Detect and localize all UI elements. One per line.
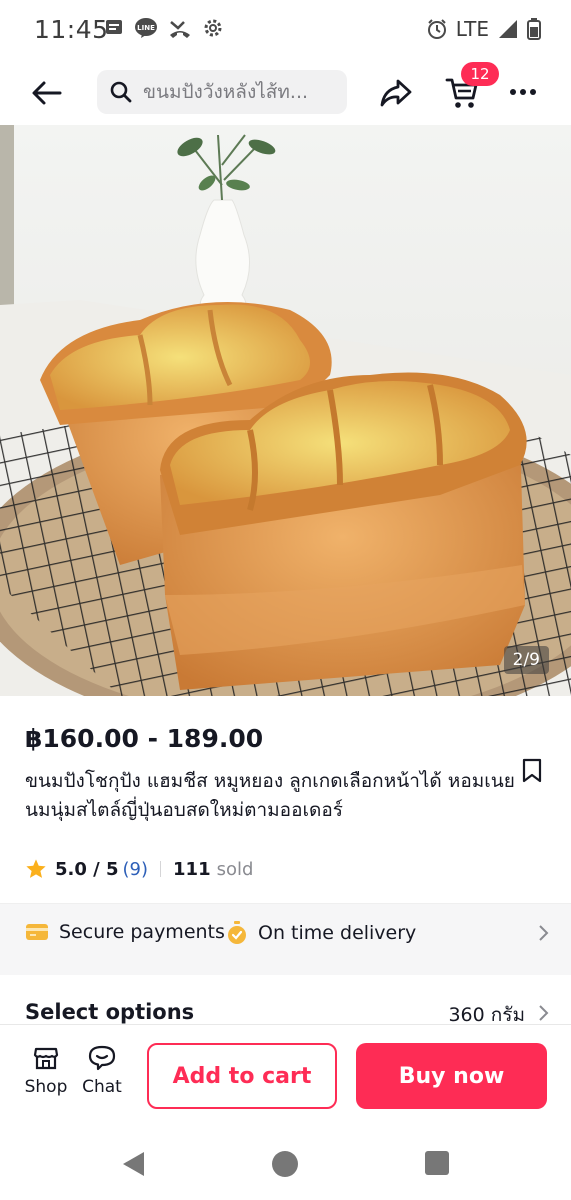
- bottom-action-bar: Shop Chat Add to cart Buy now: [0, 1024, 571, 1126]
- on-time-delivery-item: On time delivery: [226, 921, 416, 945]
- svg-text:LINE: LINE: [137, 24, 155, 32]
- sold-label: sold: [216, 858, 254, 880]
- system-navigation-bar: [0, 1126, 571, 1200]
- sold-count: 111: [173, 858, 211, 880]
- chat-label: Chat: [82, 1077, 122, 1097]
- status-icons-right: LTE: [426, 17, 541, 41]
- image-counter: 2/9: [503, 646, 549, 674]
- signal-icon: [499, 20, 517, 38]
- search-icon: [110, 81, 132, 103]
- status-time: 11:45: [34, 15, 109, 44]
- more-dots-icon: [510, 89, 536, 95]
- back-button[interactable]: [30, 76, 64, 110]
- chat-button[interactable]: Chat: [77, 1045, 127, 1097]
- missed-call-icon: [170, 21, 190, 38]
- add-to-cart-button[interactable]: Add to cart: [147, 1043, 337, 1109]
- chevron-right-icon: [539, 925, 549, 941]
- section-divider: [0, 963, 571, 975]
- chat-icon: [88, 1045, 116, 1071]
- top-navigation: ขนมปังวังหลังไส้ท... 12: [0, 62, 571, 122]
- system-recents-icon[interactable]: [424, 1150, 450, 1176]
- more-options-button[interactable]: [508, 80, 538, 104]
- rating-value: 5.0 / 5: [55, 858, 119, 880]
- network-type: LTE: [455, 17, 489, 41]
- shop-icon: [33, 1047, 59, 1070]
- buy-now-button[interactable]: Buy now: [356, 1043, 547, 1109]
- chevron-right-icon: [539, 1005, 549, 1021]
- stopwatch-icon: [228, 921, 246, 944]
- share-button[interactable]: [378, 76, 414, 110]
- secure-payments-label: Secure payments: [59, 921, 225, 943]
- rating-count[interactable]: (9): [123, 859, 149, 880]
- star-icon: [26, 859, 46, 878]
- product-title: ขนมปังโชกุปัง แฮมชีส หมูหยอง ลูกเกดเลือก…: [25, 770, 515, 821]
- credit-card-icon: [26, 924, 48, 940]
- product-photo: [0, 125, 571, 696]
- assurance-row[interactable]: Secure payments On time delivery: [0, 903, 571, 963]
- bookmark-icon: [522, 758, 542, 783]
- battery-icon: [527, 18, 541, 40]
- select-options-label: Select options: [25, 1000, 195, 1024]
- shop-label: Shop: [24, 1077, 68, 1097]
- status-icons-left: LINE: [104, 17, 224, 39]
- divider: [160, 861, 162, 877]
- rating-row[interactable]: 5.0 / 5 (9) 111 sold: [25, 856, 253, 882]
- back-arrow-icon: [32, 81, 62, 105]
- product-price: ฿160.00 - 189.00: [25, 724, 264, 753]
- shop-button[interactable]: Shop: [21, 1045, 71, 1097]
- product-image-carousel[interactable]: 2/9: [0, 125, 571, 696]
- search-placeholder: ขนมปังวังหลังไส้ท...: [143, 81, 309, 103]
- settings-gear-icon: [204, 19, 222, 37]
- system-home-icon[interactable]: [271, 1150, 299, 1178]
- status-bar: 11:45 LINE LTE: [0, 0, 571, 58]
- secure-payments-item: Secure payments: [25, 921, 225, 943]
- alarm-icon: [427, 19, 446, 39]
- line-app-icon: LINE: [135, 18, 157, 38]
- share-icon: [380, 79, 412, 107]
- bookmark-button[interactable]: [520, 758, 544, 784]
- search-input[interactable]: ขนมปังวังหลังไส้ท...: [97, 70, 347, 114]
- cart-count-badge: 12: [461, 62, 499, 86]
- system-back-icon[interactable]: [120, 1150, 148, 1178]
- select-options-row[interactable]: Select options 360 กรัม: [0, 990, 571, 1026]
- message-icon: [106, 20, 122, 34]
- on-time-delivery-label: On time delivery: [258, 922, 417, 944]
